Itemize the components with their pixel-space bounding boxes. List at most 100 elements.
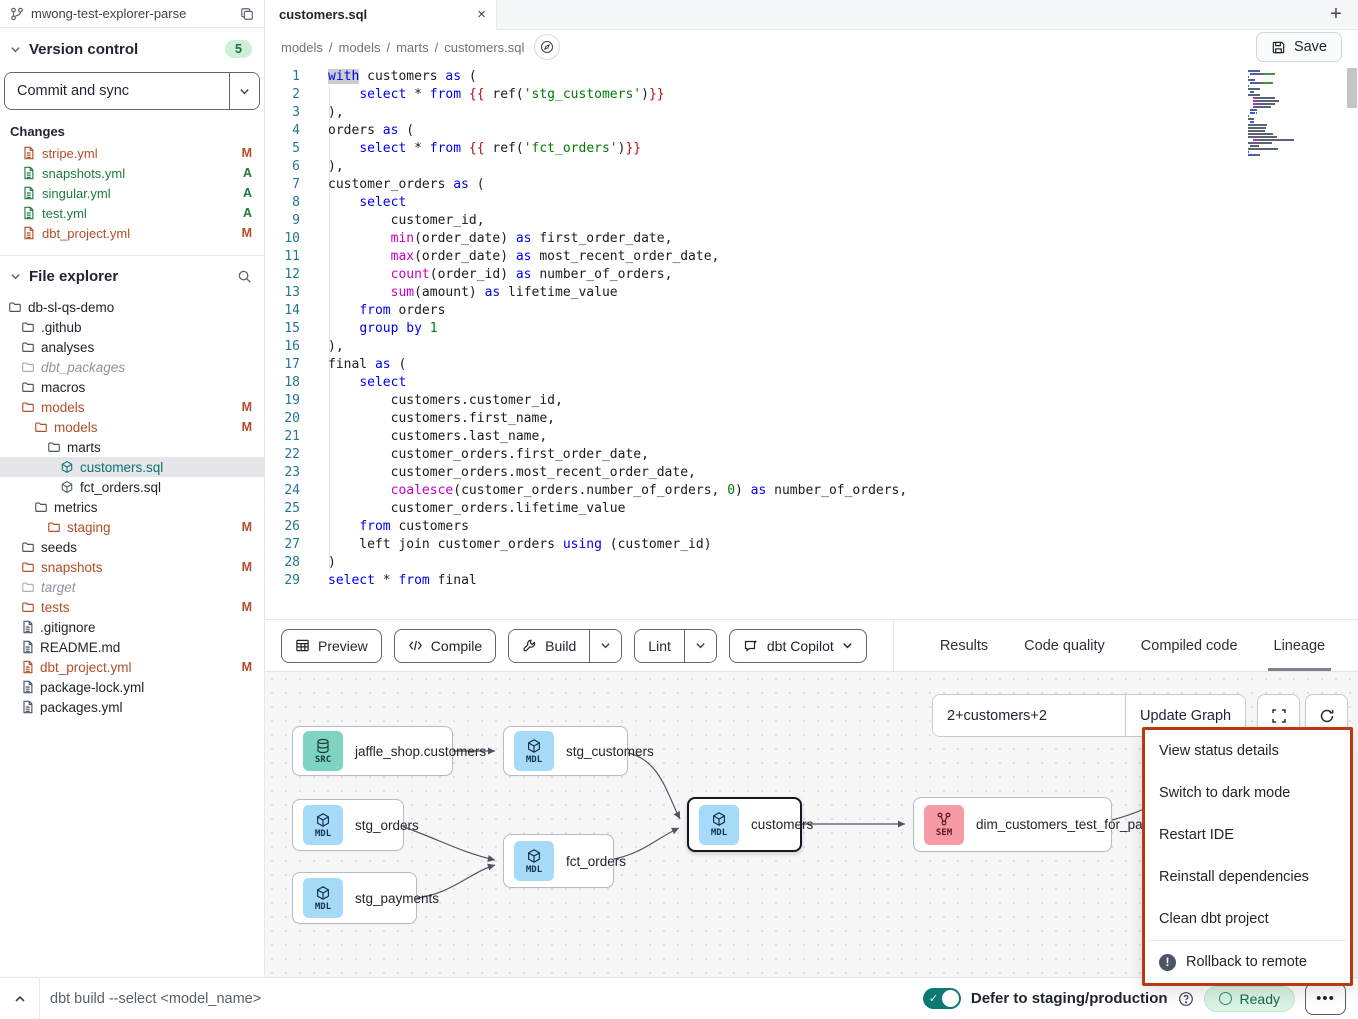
tree-item-package-lock.yml[interactable]: package-lock.yml bbox=[0, 677, 264, 697]
more-options-button[interactable]: ••• bbox=[1305, 983, 1346, 1015]
breadcrumb: models/models/marts/customers.sql bbox=[281, 40, 524, 55]
code-content[interactable]: with customers as ( select * from {{ ref… bbox=[328, 68, 1248, 590]
defer-toggle[interactable]: ✓ bbox=[923, 988, 961, 1009]
code-line-29: select * from final bbox=[328, 572, 1248, 590]
exclamation-circle-icon: ! bbox=[1159, 954, 1176, 971]
tree-item-macros[interactable]: macros bbox=[0, 377, 264, 397]
tree-item-customers.sql[interactable]: customers.sql bbox=[0, 457, 264, 477]
tree-item-fct_orders.sql[interactable]: fct_orders.sql bbox=[0, 477, 264, 497]
line-number: 10 bbox=[265, 230, 315, 248]
collapse-command-bar-button[interactable] bbox=[0, 978, 40, 1019]
tab-code-quality[interactable]: Code quality bbox=[1024, 620, 1105, 671]
changed-file-stripe.yml[interactable]: stripe.ymlM bbox=[0, 143, 264, 163]
editor-scrollbar-thumb[interactable] bbox=[1347, 68, 1357, 108]
help-icon[interactable] bbox=[1178, 991, 1194, 1007]
close-tab-icon[interactable]: × bbox=[477, 7, 486, 22]
breadcrumb-separator: / bbox=[386, 40, 390, 55]
minimap-line bbox=[1248, 106, 1344, 108]
git-branch-icon bbox=[10, 7, 24, 21]
lineage-node-stg_payments[interactable]: MDLstg_payments bbox=[292, 872, 417, 924]
commit-and-sync-button[interactable]: Commit and sync bbox=[5, 73, 229, 109]
save-button[interactable]: Save bbox=[1256, 32, 1342, 62]
tab-customers-sql[interactable]: customers.sql × bbox=[265, 0, 497, 30]
compile-button[interactable]: Compile bbox=[394, 629, 496, 663]
tree-item-.github[interactable]: .github bbox=[0, 317, 264, 337]
menu-item-switch-to-dark-mode[interactable]: Switch to dark mode bbox=[1145, 772, 1350, 814]
build-button[interactable]: Build bbox=[509, 630, 589, 662]
version-control-header[interactable]: Version control 5 bbox=[0, 28, 264, 66]
git-status-letter: A bbox=[243, 186, 252, 200]
lineage-node-customers[interactable]: MDLcustomers bbox=[687, 797, 802, 852]
breadcrumb-models[interactable]: models bbox=[281, 40, 323, 55]
changed-file-test.yml[interactable]: test.ymlA bbox=[0, 203, 264, 223]
line-number: 9 bbox=[265, 212, 315, 230]
minimap-line bbox=[1248, 91, 1344, 93]
build-options-caret[interactable] bbox=[589, 630, 621, 662]
file-explorer-header[interactable]: File explorer bbox=[0, 256, 264, 293]
minimap-line bbox=[1248, 121, 1344, 123]
folder-icon bbox=[21, 400, 35, 414]
lineage-node-dim_customers_test_for_parse[interactable]: SEMdim_customers_test_for_parse bbox=[913, 797, 1112, 852]
tab-compiled-code[interactable]: Compiled code bbox=[1141, 620, 1238, 671]
changed-file-singular.yml[interactable]: singular.ymlA bbox=[0, 183, 264, 203]
preview-label: Preview bbox=[318, 638, 368, 654]
open-in-explorer-button[interactable] bbox=[534, 34, 560, 60]
tree-item-staging[interactable]: stagingM bbox=[0, 517, 264, 537]
check-icon: ✓ bbox=[929, 992, 938, 1005]
tree-item-metrics[interactable]: metrics bbox=[0, 497, 264, 517]
tree-item-target[interactable]: target bbox=[0, 577, 264, 597]
lint-button[interactable]: Lint bbox=[635, 630, 684, 662]
file-search-button[interactable] bbox=[237, 269, 252, 284]
menu-item-view-status-details[interactable]: View status details bbox=[1145, 730, 1350, 772]
command-input[interactable]: dbt build --select <model_name> bbox=[40, 991, 923, 1007]
lineage-node-stg_orders[interactable]: MDLstg_orders bbox=[292, 799, 404, 851]
changed-file-dbt_project.yml[interactable]: dbt_project.ymlM bbox=[0, 223, 264, 243]
model-cube-icon bbox=[315, 812, 331, 828]
code-line-22: customer_orders.first_order_date, bbox=[328, 446, 1248, 464]
tab-results[interactable]: Results bbox=[940, 620, 988, 671]
changed-file-snapshots.yml[interactable]: snapshots.ymlA bbox=[0, 163, 264, 183]
tree-item-.gitignore[interactable]: .gitignore bbox=[0, 617, 264, 637]
tree-item-packages.yml[interactable]: packages.yml bbox=[0, 697, 264, 717]
minimap[interactable] bbox=[1248, 70, 1344, 157]
tree-item-analyses[interactable]: analyses bbox=[0, 337, 264, 357]
lineage-selector-input[interactable] bbox=[933, 695, 1125, 736]
code-editor[interactable]: 1234567891011121314151617181920212223242… bbox=[265, 64, 1358, 620]
breadcrumb-models[interactable]: models bbox=[339, 40, 381, 55]
minimap-line bbox=[1248, 82, 1344, 84]
code-line-24: coalesce(customer_orders.number_of_order… bbox=[328, 482, 1248, 500]
breadcrumb-marts[interactable]: marts bbox=[396, 40, 429, 55]
model-cube-icon bbox=[60, 460, 74, 474]
new-tab-button[interactable]: + bbox=[1314, 0, 1358, 29]
tree-item-snapshots[interactable]: snapshotsM bbox=[0, 557, 264, 577]
lint-options-caret[interactable] bbox=[684, 630, 716, 662]
menu-item-rollback-to-remote[interactable]: !Rollback to remote bbox=[1145, 941, 1350, 983]
preview-button[interactable]: Preview bbox=[281, 629, 382, 663]
tab-lineage[interactable]: Lineage bbox=[1274, 620, 1326, 671]
tree-item-marts[interactable]: marts bbox=[0, 437, 264, 457]
tree-item-seeds[interactable]: seeds bbox=[0, 537, 264, 557]
dbt-copilot-button[interactable]: dbt Copilot bbox=[729, 629, 867, 663]
lineage-node-jaffle_shop_customers[interactable]: SRCjaffle_shop.customers bbox=[292, 726, 453, 776]
breadcrumb-customers.sql[interactable]: customers.sql bbox=[444, 40, 524, 55]
model-cube-icon bbox=[60, 480, 74, 494]
lineage-node-stg_customers[interactable]: MDLstg_customers bbox=[503, 726, 628, 776]
menu-item-restart-ide[interactable]: Restart IDE bbox=[1145, 814, 1350, 856]
commit-options-caret[interactable] bbox=[229, 73, 259, 109]
status-badge[interactable]: Ready bbox=[1204, 986, 1295, 1012]
tree-item-models[interactable]: modelsM bbox=[0, 397, 264, 417]
tree-item-dbt_project.yml[interactable]: dbt_project.ymlM bbox=[0, 657, 264, 677]
menu-item-clean-dbt-project[interactable]: Clean dbt project bbox=[1145, 898, 1350, 940]
lineage-node-fct_orders[interactable]: MDLfct_orders bbox=[503, 834, 614, 888]
tree-item-db-sl-qs-demo[interactable]: db-sl-qs-demo bbox=[0, 297, 264, 317]
git-status-letter: M bbox=[242, 146, 252, 160]
menu-item-reinstall-dependencies[interactable]: Reinstall dependencies bbox=[1145, 856, 1350, 898]
tree-item-dbt_packages[interactable]: dbt_packages bbox=[0, 357, 264, 377]
line-number: 18 bbox=[265, 374, 315, 392]
copy-branch-button[interactable] bbox=[240, 7, 254, 21]
tree-item-README.md[interactable]: README.md bbox=[0, 637, 264, 657]
status-ring-icon bbox=[1219, 992, 1232, 1005]
tree-item-models[interactable]: modelsM bbox=[0, 417, 264, 437]
git-status-letter: A bbox=[243, 166, 252, 180]
tree-item-tests[interactable]: testsM bbox=[0, 597, 264, 617]
